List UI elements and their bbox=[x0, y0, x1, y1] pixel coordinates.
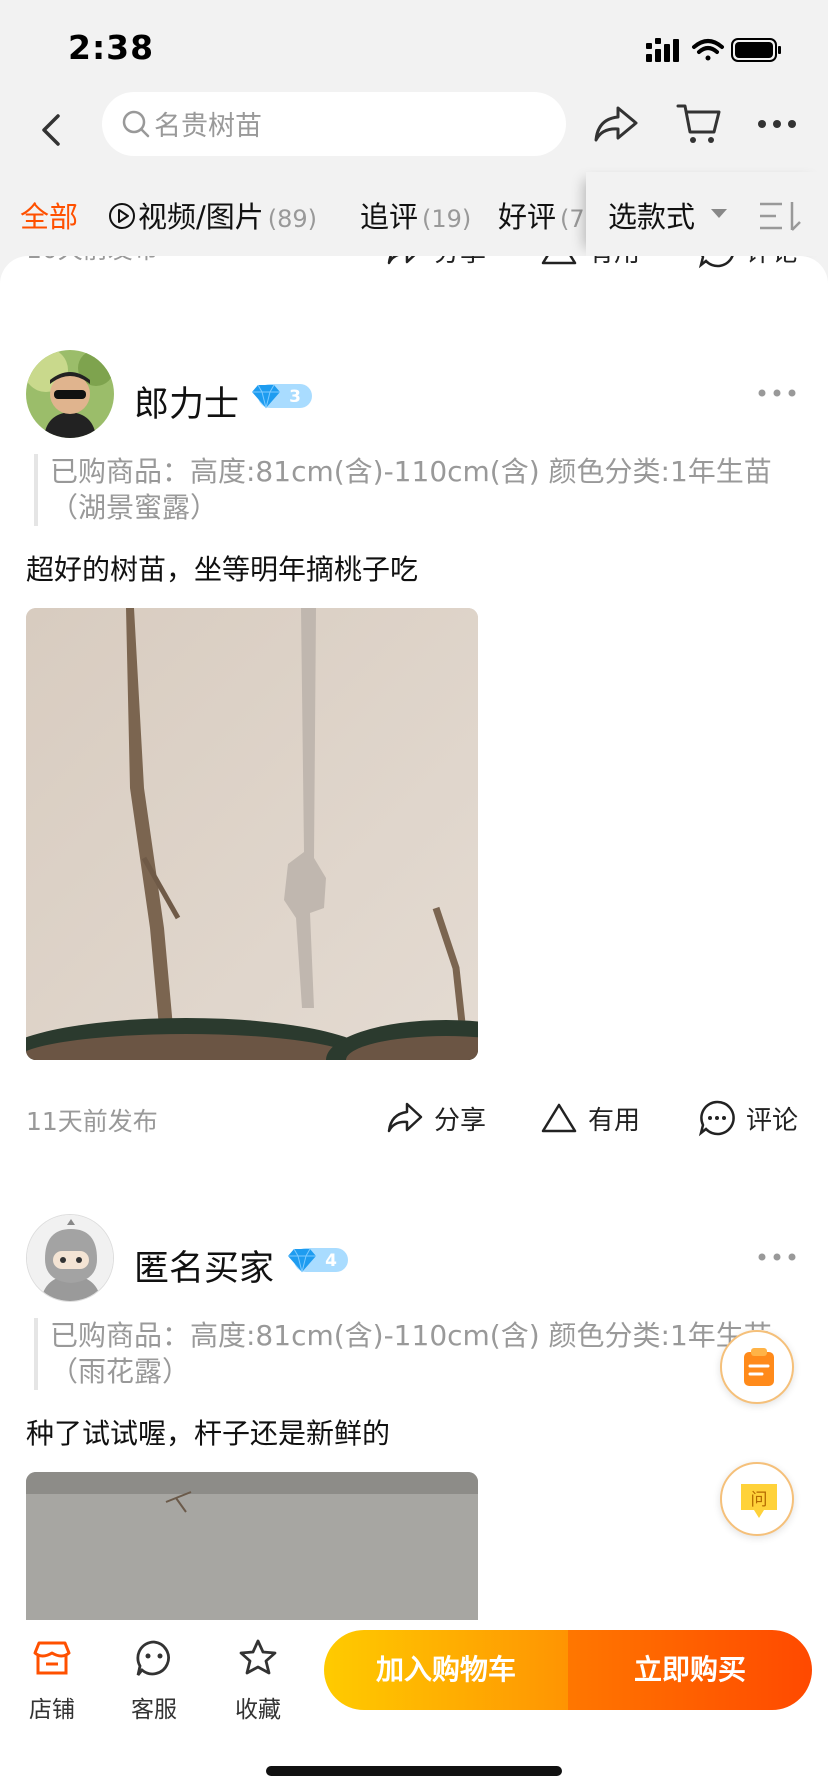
tab-all-label: 全部 bbox=[20, 200, 79, 234]
favorite-label: 收藏 bbox=[235, 1697, 281, 1723]
bottom-bar: 店铺 客服 收藏 加入购物车 立即购买 bbox=[0, 1620, 828, 1792]
anonymous-avatar-image bbox=[27, 1215, 113, 1301]
seedling-photo-image bbox=[26, 608, 478, 1060]
purchased-item-info: 已购商品：高度:81cm(含)-110cm(含) 颜色分类:1年生苗（雨花露） bbox=[34, 1318, 794, 1390]
nav-bar: 名贵树苗 bbox=[0, 88, 828, 172]
play-circle-icon bbox=[109, 203, 135, 229]
review-feed[interactable]: 10天前发布 分享 有用 评论 bbox=[0, 256, 828, 1620]
prev-post-time: 10天前发布 bbox=[26, 256, 158, 266]
diamond-level-badge: 3 bbox=[252, 384, 312, 409]
tab-video-image[interactable]: 视频/图片 (89) bbox=[108, 194, 317, 236]
cellular-signal-icon bbox=[646, 38, 679, 62]
shop-label: 店铺 bbox=[29, 1697, 75, 1723]
tab-follow-up-label: 追评 bbox=[360, 200, 419, 234]
review-photo[interactable] bbox=[26, 1472, 478, 1620]
useful-button[interactable]: 有用 bbox=[540, 1096, 640, 1140]
share-icon bbox=[387, 256, 416, 265]
sort-filter-icon[interactable] bbox=[758, 200, 802, 232]
diamond-level-badge: 4 bbox=[288, 1248, 348, 1273]
prev-useful-label: 有用 bbox=[588, 256, 640, 269]
comment-label: 评论 bbox=[746, 1105, 799, 1136]
prev-comment-label: 评论 bbox=[746, 256, 798, 269]
status-time: 2:38 bbox=[68, 28, 155, 67]
cart-icon[interactable] bbox=[676, 100, 722, 146]
clipboard-icon bbox=[744, 1348, 774, 1386]
share-button[interactable]: 分享 bbox=[386, 1096, 486, 1140]
ground-photo-image bbox=[26, 1472, 478, 1620]
share-icon[interactable] bbox=[592, 102, 640, 146]
tab-positive-count: (7 bbox=[560, 205, 585, 233]
share-label: 分享 bbox=[434, 1105, 487, 1136]
tab-video-image-label: 视频/图片 bbox=[138, 200, 264, 234]
comment-icon bbox=[698, 1100, 735, 1137]
back-arrow-icon[interactable] bbox=[30, 106, 74, 154]
caret-down-icon bbox=[711, 209, 727, 218]
comment-icon bbox=[698, 256, 734, 269]
tab-follow-up-count: (19) bbox=[422, 205, 472, 233]
comment-button[interactable]: 评论 bbox=[698, 1096, 798, 1140]
favorite-button[interactable]: 收藏 bbox=[218, 1630, 298, 1723]
floating-ask-button[interactable]: 问 bbox=[720, 1462, 794, 1536]
tab-positive-label: 好评 bbox=[498, 200, 557, 234]
home-indicator bbox=[266, 1766, 562, 1776]
prev-comment-button[interactable]: 评论 bbox=[698, 256, 798, 272]
chat-face-icon bbox=[136, 1640, 170, 1676]
avatar[interactable] bbox=[26, 1214, 114, 1302]
app-root: 2:38 名贵树苗 全部 视频/图片 (89) 追评 (19) 好评 (7 选款… bbox=[0, 0, 828, 1792]
add-to-cart-button[interactable]: 加入购物车 bbox=[324, 1630, 568, 1710]
review-footer: 11天前发布 分享 有用 评论 bbox=[0, 1088, 828, 1148]
floating-list-button[interactable] bbox=[720, 1330, 794, 1404]
avatar[interactable] bbox=[26, 350, 114, 438]
wifi-icon bbox=[692, 39, 724, 61]
buy-now-button[interactable]: 立即购买 bbox=[568, 1630, 812, 1710]
review-more-icon[interactable] bbox=[756, 1250, 798, 1264]
prev-review-footer: 10天前发布 分享 有用 评论 bbox=[0, 256, 828, 280]
tab-positive[interactable]: 好评 (7 bbox=[498, 194, 585, 236]
tab-all[interactable]: 全部 bbox=[20, 194, 78, 236]
review-text: 超好的树苗，坐等明年摘桃子吃 bbox=[26, 553, 419, 586]
filter-bar: 全部 视频/图片 (89) 追评 (19) 好评 (7 选款式 bbox=[0, 172, 828, 256]
status-bar: 2:38 bbox=[0, 0, 828, 92]
review-more-icon[interactable] bbox=[756, 386, 798, 400]
search-placeholder: 名贵树苗 bbox=[154, 111, 262, 142]
filter-tabs: 全部 视频/图片 (89) 追评 (19) 好评 (7 bbox=[0, 172, 586, 256]
review-username: 匿名买家 bbox=[134, 1249, 275, 1289]
useful-label: 有用 bbox=[588, 1105, 641, 1136]
prev-useful-button[interactable]: 有用 bbox=[540, 256, 640, 272]
triangle-icon bbox=[541, 1103, 577, 1133]
prev-share-button[interactable]: 分享 bbox=[386, 256, 486, 272]
tab-video-image-count: (89) bbox=[267, 205, 318, 233]
service-label: 客服 bbox=[131, 1697, 177, 1723]
shop-button[interactable]: 店铺 bbox=[12, 1630, 92, 1723]
style-select-label: 选款式 bbox=[608, 200, 696, 234]
review-text: 种了试试喔，杆子还是新鲜的 bbox=[26, 1417, 391, 1450]
battery-icon bbox=[731, 38, 781, 62]
style-select[interactable]: 选款式 bbox=[586, 172, 828, 256]
share-icon bbox=[387, 1102, 423, 1133]
badge-level: 3 bbox=[289, 387, 301, 407]
ask-bubble-icon: 问 bbox=[741, 1484, 777, 1518]
ask-label: 问 bbox=[751, 1490, 768, 1510]
star-icon bbox=[239, 1639, 277, 1675]
search-box[interactable]: 名贵树苗 bbox=[102, 92, 566, 156]
post-time: 11天前发布 bbox=[26, 1107, 158, 1136]
shop-icon bbox=[33, 1641, 71, 1675]
review-username: 郎力士 bbox=[134, 385, 240, 425]
customer-service-button[interactable]: 客服 bbox=[114, 1630, 194, 1723]
prev-share-label: 分享 bbox=[434, 256, 486, 269]
purchased-item-info: 已购商品：高度:81cm(含)-110cm(含) 颜色分类:1年生苗（湖景蜜露） bbox=[34, 454, 794, 526]
triangle-icon bbox=[541, 256, 577, 265]
user-avatar-image bbox=[26, 350, 114, 438]
badge-level: 4 bbox=[325, 1251, 337, 1271]
tab-follow-up[interactable]: 追评 (19) bbox=[360, 194, 471, 236]
status-icons bbox=[646, 38, 781, 62]
search-icon bbox=[122, 110, 150, 138]
review-photo[interactable] bbox=[26, 608, 478, 1060]
more-options-icon[interactable] bbox=[756, 108, 798, 140]
